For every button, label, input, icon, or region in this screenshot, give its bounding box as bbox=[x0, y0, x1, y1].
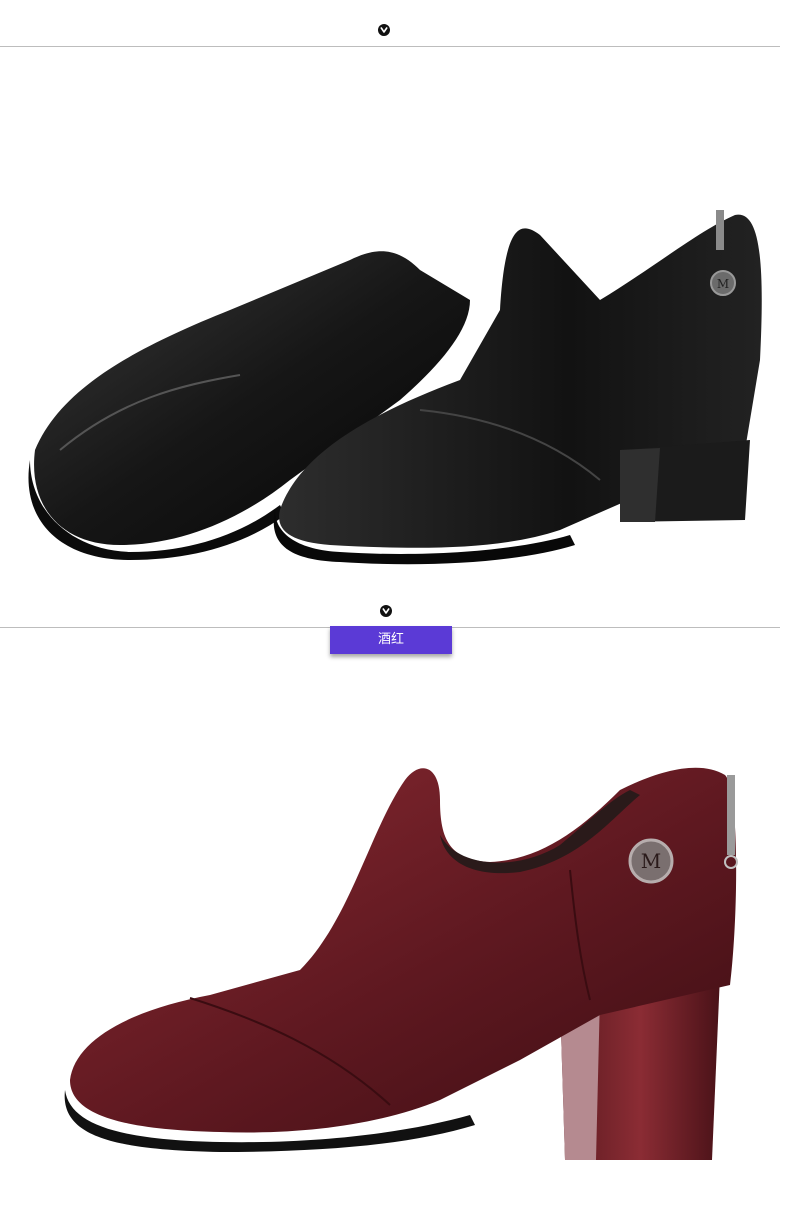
chevron-down-icon bbox=[380, 605, 392, 617]
section-divider-top bbox=[0, 46, 780, 47]
color-label: 酒红 bbox=[330, 626, 452, 654]
svg-text:M: M bbox=[641, 849, 661, 873]
wine-red-shoe-photo: M bbox=[64, 767, 738, 1160]
chevron-down-icon bbox=[378, 24, 390, 36]
black-shoes-photo: M bbox=[28, 210, 762, 565]
svg-text:M: M bbox=[717, 277, 729, 291]
